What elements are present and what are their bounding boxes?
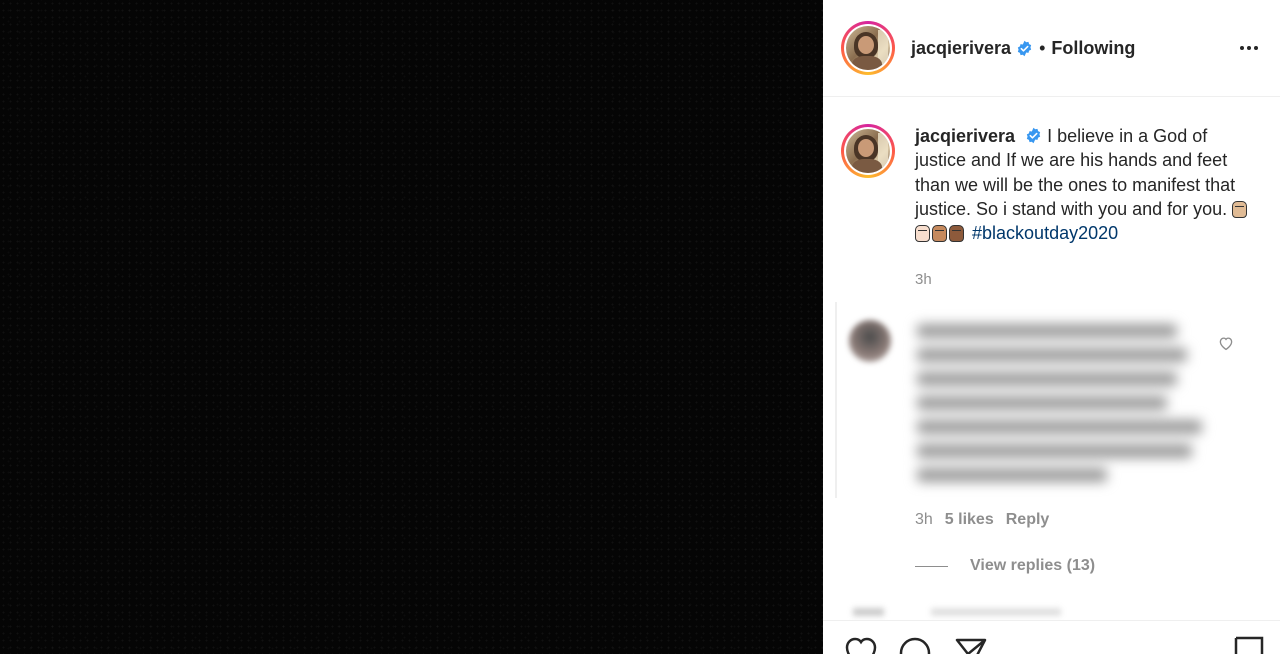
instagram-post-viewer: jacqierivera • Following jacqierivera I … [0, 0, 1280, 654]
author-avatar[interactable] [841, 21, 895, 75]
more-options-icon[interactable] [1238, 38, 1260, 58]
comment-meta: 3h 5 likes Reply [915, 511, 1049, 529]
verified-badge-icon [1026, 127, 1041, 144]
next-comment-preview [853, 608, 1113, 616]
header-separator: • [1039, 37, 1046, 58]
bookmark-icon[interactable] [1231, 635, 1267, 654]
raised-fist-icon [915, 225, 930, 243]
post-actions-bar [823, 620, 1280, 654]
post-header: jacqierivera • Following [823, 0, 1280, 97]
reply-button[interactable]: Reply [1006, 511, 1050, 529]
raised-fist-icon [949, 225, 964, 243]
comment-bubble-icon[interactable] [897, 635, 933, 654]
comment-likes-count[interactable]: 5 likes [945, 511, 994, 529]
raised-fist-icon [1232, 200, 1248, 218]
paper-plane-icon[interactable] [953, 635, 989, 654]
heart-outline-icon[interactable] [1217, 334, 1235, 352]
following-button[interactable]: Following [1051, 38, 1135, 59]
view-replies-label: View replies (13) [970, 557, 1096, 574]
profile-photo-icon [846, 26, 890, 70]
comment-timestamp: 3h [915, 511, 933, 528]
post-side-panel: jacqierivera • Following jacqierivera I … [823, 0, 1280, 654]
caption-text: jacqierivera I believe in a God of justi… [915, 124, 1255, 245]
author-username[interactable]: jacqierivera [911, 38, 1011, 59]
profile-photo-icon [846, 129, 890, 173]
caption-timestamp: 3h [915, 271, 932, 288]
blurred-comment-text [917, 324, 1217, 492]
caption-author-avatar[interactable] [841, 124, 895, 178]
raised-fist-icon [932, 225, 947, 243]
blurred-comment [835, 302, 1267, 498]
commenter-avatar[interactable] [849, 320, 891, 362]
post-image[interactable] [0, 0, 823, 654]
replies-divider [915, 565, 948, 567]
caption-username[interactable]: jacqierivera [915, 126, 1015, 146]
verified-badge-icon [1017, 40, 1032, 56]
view-replies-button[interactable]: View replies (13) [915, 557, 1095, 575]
heart-icon[interactable] [843, 635, 879, 654]
caption: jacqierivera I believe in a God of justi… [841, 124, 1261, 245]
hashtag-link[interactable]: #blackoutday2020 [972, 223, 1118, 243]
